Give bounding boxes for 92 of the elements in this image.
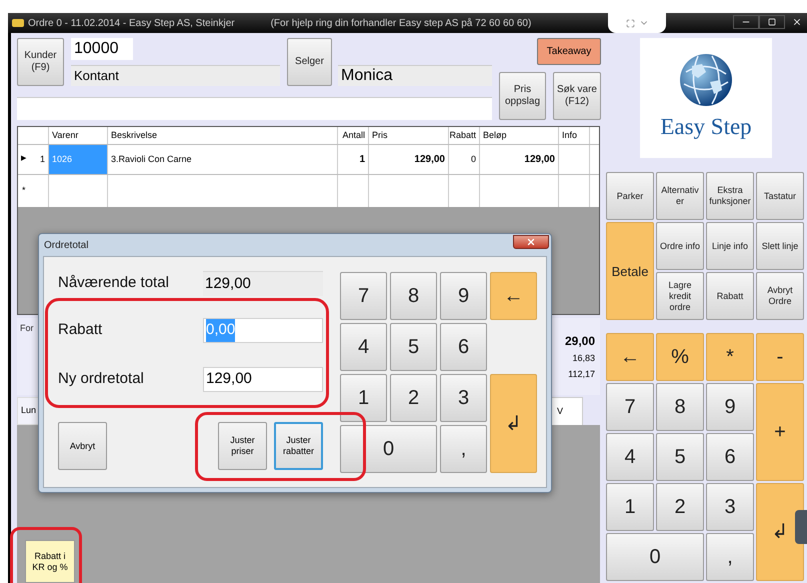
table-cell: 3.Ravioli Con Carne	[108, 145, 338, 174]
help-text: (For hjelp ring din forhandler Easy step AS på 72 60 60 60)	[270, 16, 532, 30]
summary-amount: 112,17	[568, 368, 595, 380]
keypad-key[interactable]: 4	[606, 433, 654, 481]
keypad-key[interactable]: -	[756, 333, 804, 381]
table-cell: 1	[338, 145, 369, 174]
function-button[interactable]: Parker	[606, 172, 654, 220]
maximize-button[interactable]	[759, 15, 785, 29]
keypad-key[interactable]: 7	[606, 383, 654, 431]
keypad-key[interactable]: 8	[390, 272, 437, 320]
maximize-icon	[768, 18, 776, 26]
app-icon	[12, 19, 24, 27]
function-button[interactable]: Rabatt	[706, 272, 754, 320]
order-total: 29,00	[564, 333, 595, 350]
keypad-key[interactable]: 7	[340, 272, 387, 320]
keypad-key[interactable]: 3	[706, 483, 754, 531]
close-icon	[526, 237, 536, 247]
row-number: 1	[40, 152, 45, 166]
column-header[interactable]: Varenr	[49, 127, 108, 144]
customers-button[interactable]: Kunder (F9)	[17, 38, 64, 86]
keypad-key[interactable]: 9	[440, 272, 487, 320]
keypad-key[interactable]: 4	[340, 323, 387, 371]
keypad-key[interactable]: 9	[706, 383, 754, 431]
table-cell: 129,00	[369, 145, 449, 174]
fullscreen-icon[interactable]	[626, 18, 634, 28]
keypad-key[interactable]: 6	[440, 323, 487, 371]
keypad-key[interactable]: 5	[390, 323, 437, 371]
highlight-outline	[10, 527, 82, 583]
side-handle[interactable]	[795, 510, 807, 544]
table-cell: 1026	[49, 145, 108, 174]
function-button[interactable]: Slett linje	[756, 222, 804, 270]
dialog-close-button[interactable]	[513, 235, 549, 249]
column-header[interactable]: Antall	[338, 127, 369, 144]
summary-label: For	[20, 322, 34, 335]
keypad-key[interactable]: 1	[606, 483, 654, 531]
keypad-key[interactable]: ↲	[490, 374, 537, 473]
customer-number-field[interactable]: 10000	[71, 38, 133, 60]
takeaway-button[interactable]: Takeaway	[537, 38, 601, 65]
dialog-button[interactable]: Avbryt	[58, 422, 107, 470]
keypad-key[interactable]: 1	[340, 374, 387, 422]
amount-field: 129,00	[203, 271, 323, 296]
keypad-key[interactable]: 0	[606, 533, 704, 581]
seller-name-field[interactable]: Monica	[338, 65, 492, 86]
function-button[interactable]: Lagre kredit ordre	[656, 272, 704, 320]
table-cell: 129,00	[480, 145, 559, 174]
keypad-key[interactable]: +	[756, 383, 804, 481]
dialog-button[interactable]: Juster rabatter	[274, 422, 323, 470]
function-button[interactable]: Tastatur	[756, 172, 804, 220]
column-header[interactable]: Pris	[369, 127, 449, 144]
keypad-key[interactable]: ↲	[756, 483, 804, 581]
keypad-key[interactable]: 0	[340, 425, 437, 473]
keypad-key[interactable]: 5	[656, 433, 704, 481]
column-header[interactable]: Info	[559, 127, 590, 144]
dialog-title: Ordretotal	[44, 238, 88, 252]
function-button[interactable]: Ordre info	[656, 222, 704, 270]
dialog-button[interactable]: Juster priser	[218, 422, 267, 470]
keypad-key[interactable]: 6	[706, 433, 754, 481]
column-header[interactable]: Rabatt	[449, 127, 480, 144]
summary-amount: 16,83	[572, 352, 595, 365]
keypad-key[interactable]: ←	[606, 333, 654, 381]
note-field[interactable]	[17, 97, 492, 120]
column-header[interactable]: Beskrivelse	[108, 127, 338, 144]
new-row-marker: *	[22, 184, 26, 198]
amount-field[interactable]: 129,00	[203, 367, 323, 392]
keypad-key[interactable]: ,	[440, 425, 487, 473]
function-button[interactable]: Linje info	[706, 222, 754, 270]
function-button[interactable]: Betale	[606, 222, 654, 320]
field-label: Nåværende total	[58, 273, 170, 294]
keypad-key[interactable]: 8	[656, 383, 704, 431]
keypad-key[interactable]: 3	[440, 374, 487, 422]
keypad-key[interactable]: 2	[390, 374, 437, 422]
field-label: Ny ordretotal	[58, 369, 145, 390]
search-item-button[interactable]: Søk vare (F12)	[553, 72, 601, 120]
close-icon	[792, 17, 802, 27]
customer-name-field[interactable]: Kontant	[71, 65, 280, 86]
table-cell: 0	[449, 145, 480, 174]
seller-button[interactable]: Selger	[287, 38, 332, 86]
keypad-key[interactable]: ←	[490, 272, 537, 320]
keypad-key[interactable]: ,	[706, 533, 754, 581]
keypad-key[interactable]: 2	[656, 483, 704, 531]
function-button[interactable]: Alternativ er	[656, 172, 704, 220]
price-lookup-button[interactable]: Pris oppslag	[499, 72, 546, 120]
window-title: Ordre 0 - 11.02.2014 - Easy Step AS, Steinkjer	[28, 16, 235, 30]
logo-text: Easy Step	[660, 112, 752, 141]
field-label: Rabatt	[58, 320, 104, 340]
keypad-key[interactable]: *	[706, 333, 754, 381]
globe-icon	[678, 52, 734, 108]
function-button[interactable]: Ekstra funksjoner	[706, 172, 754, 220]
column-header[interactable]: Beløp	[480, 127, 559, 144]
function-button[interactable]: Avbryt Ordre	[756, 272, 804, 320]
quick-button[interactable]: Rabatt i KR og %	[25, 540, 75, 583]
keypad-key[interactable]: %	[656, 333, 704, 381]
